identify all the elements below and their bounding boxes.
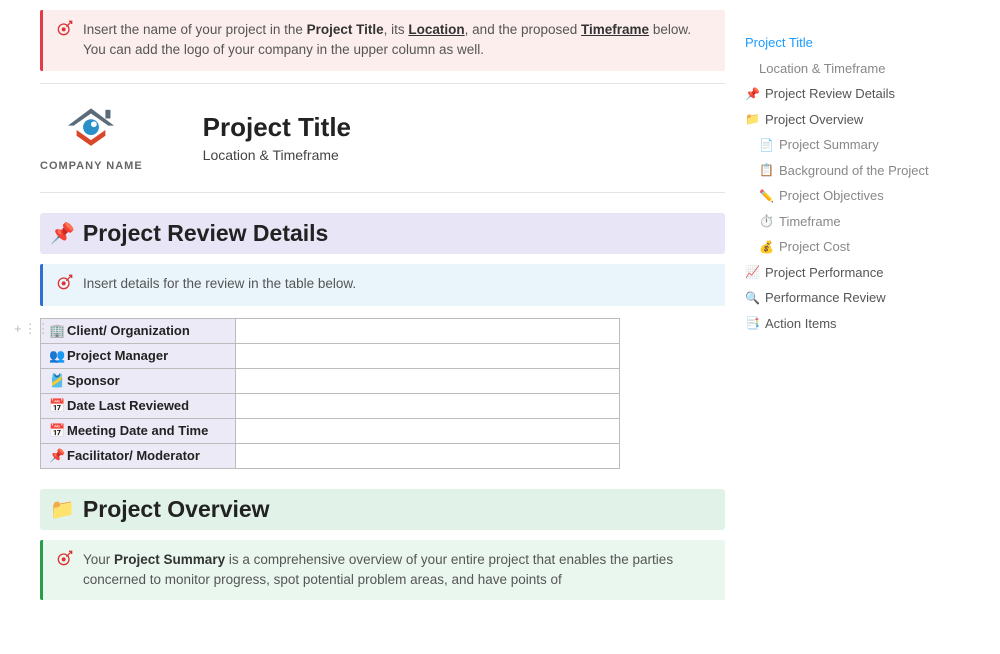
- review-heading: 📌 Project Review Details: [40, 213, 725, 254]
- toc-item-icon: 📁: [745, 110, 761, 128]
- toc-item-label: Project Summary: [779, 135, 879, 155]
- folder-icon: 📁: [50, 497, 75, 522]
- intro-callout: Insert the name of your project in the P…: [40, 10, 725, 71]
- row-icon: 🏢: [49, 323, 65, 339]
- divider: [40, 83, 725, 84]
- toc-item[interactable]: 💰Project Cost: [745, 234, 960, 260]
- toc-item-label: Project Objectives: [779, 186, 884, 206]
- toc-item[interactable]: 🔍Performance Review: [745, 285, 960, 311]
- document-header: COMPANY NAME Project Title Location & Ti…: [40, 104, 725, 172]
- target-icon: [57, 274, 73, 296]
- toc-item-icon: 📈: [745, 263, 761, 281]
- row-value[interactable]: [236, 418, 620, 443]
- main-document: Insert the name of your project in the P…: [0, 0, 735, 612]
- row-handles[interactable]: + ⋮⋮: [14, 321, 50, 337]
- drag-handle-icon[interactable]: ⋮⋮: [24, 321, 50, 337]
- overview-heading-text: Project Overview: [83, 496, 270, 523]
- toc-item[interactable]: ✏️Project Objectives: [745, 183, 960, 209]
- toc-item-label: Project Overview: [765, 110, 863, 130]
- row-value[interactable]: [236, 443, 620, 468]
- overview-callout: Your Project Summary is a comprehensive …: [40, 540, 725, 601]
- review-heading-text: Project Review Details: [83, 220, 328, 247]
- toc-item[interactable]: Project Title: [745, 30, 960, 56]
- row-label: 🏢Client/ Organization: [41, 318, 236, 343]
- row-value[interactable]: [236, 393, 620, 418]
- toc-item-icon: ✏️: [759, 187, 775, 205]
- toc-item-label: Action Items: [765, 314, 837, 334]
- toc-item[interactable]: 📑Action Items: [745, 311, 960, 337]
- project-title[interactable]: Project Title: [203, 112, 351, 143]
- toc-item[interactable]: 📁Project Overview: [745, 107, 960, 133]
- toc-item-label: Performance Review: [765, 288, 886, 308]
- row-icon: 📅: [49, 398, 65, 414]
- toc-item-label: Project Review Details: [765, 84, 895, 104]
- toc-item[interactable]: 📋Background of the Project: [745, 158, 960, 184]
- toc-item-label: Project Performance: [765, 263, 884, 283]
- add-row-icon[interactable]: +: [14, 321, 22, 336]
- row-icon: 📌: [49, 448, 65, 464]
- row-label: 📌Facilitator/ Moderator: [41, 443, 236, 468]
- toc-item[interactable]: 📄Project Summary: [745, 132, 960, 158]
- table-row: 🎽Sponsor: [41, 368, 620, 393]
- toc-item-icon: 📋: [759, 161, 775, 179]
- toc-item-label: Timeframe: [779, 212, 841, 232]
- details-table-wrap: + ⋮⋮ 🏢Client/ Organization👥Project Manag…: [40, 318, 725, 469]
- row-label: 📅Date Last Reviewed: [41, 393, 236, 418]
- table-row: 📌Facilitator/ Moderator: [41, 443, 620, 468]
- details-table: 🏢Client/ Organization👥Project Manager🎽Sp…: [40, 318, 620, 469]
- toc-item[interactable]: 📈Project Performance: [745, 260, 960, 286]
- row-value[interactable]: [236, 343, 620, 368]
- table-row: 📅Meeting Date and Time: [41, 418, 620, 443]
- row-icon: 🎽: [49, 373, 65, 389]
- row-value[interactable]: [236, 368, 620, 393]
- row-label: 🎽Sponsor: [41, 368, 236, 393]
- title-block: Project Title Location & Timeframe: [203, 112, 351, 163]
- toc-item[interactable]: Location & Timeframe: [745, 56, 960, 82]
- review-callout: Insert details for the review in the tab…: [40, 264, 725, 306]
- target-icon: [57, 550, 73, 591]
- row-icon: 📅: [49, 423, 65, 439]
- toc-item-label: Location & Timeframe: [759, 59, 885, 79]
- toc-item-icon: 💰: [759, 238, 775, 256]
- row-value[interactable]: [236, 318, 620, 343]
- toc-item-label: Project Cost: [779, 237, 850, 257]
- toc-item-label: Project Title: [745, 33, 813, 53]
- table-of-contents: Project TitleLocation & Timeframe📌Projec…: [735, 0, 970, 612]
- toc-item-icon: 📌: [745, 85, 761, 103]
- toc-item-icon: 🔍: [745, 289, 761, 307]
- company-logo: COMPANY NAME: [40, 104, 143, 172]
- table-row: 🏢Client/ Organization: [41, 318, 620, 343]
- toc-item-label: Background of the Project: [779, 161, 929, 181]
- toc-item[interactable]: ⏱️Timeframe: [745, 209, 960, 235]
- overview-heading: 📁 Project Overview: [40, 489, 725, 530]
- target-icon: [57, 20, 73, 61]
- row-label: 👥Project Manager: [41, 343, 236, 368]
- overview-callout-text: Your Project Summary is a comprehensive …: [83, 550, 711, 591]
- toc-item[interactable]: 📌Project Review Details: [745, 81, 960, 107]
- intro-callout-text: Insert the name of your project in the P…: [83, 20, 711, 61]
- toc-item-icon: 📄: [759, 136, 775, 154]
- divider: [40, 192, 725, 193]
- row-label: 📅Meeting Date and Time: [41, 418, 236, 443]
- project-subtitle[interactable]: Location & Timeframe: [203, 147, 351, 163]
- row-icon: 👥: [49, 348, 65, 364]
- table-row: 👥Project Manager: [41, 343, 620, 368]
- review-callout-text: Insert details for the review in the tab…: [83, 274, 356, 296]
- toc-item-icon: 📑: [745, 314, 761, 332]
- table-row: 📅Date Last Reviewed: [41, 393, 620, 418]
- pin-icon: 📌: [50, 221, 75, 246]
- company-name-text: COMPANY NAME: [40, 160, 143, 172]
- toc-item-icon: ⏱️: [759, 212, 775, 230]
